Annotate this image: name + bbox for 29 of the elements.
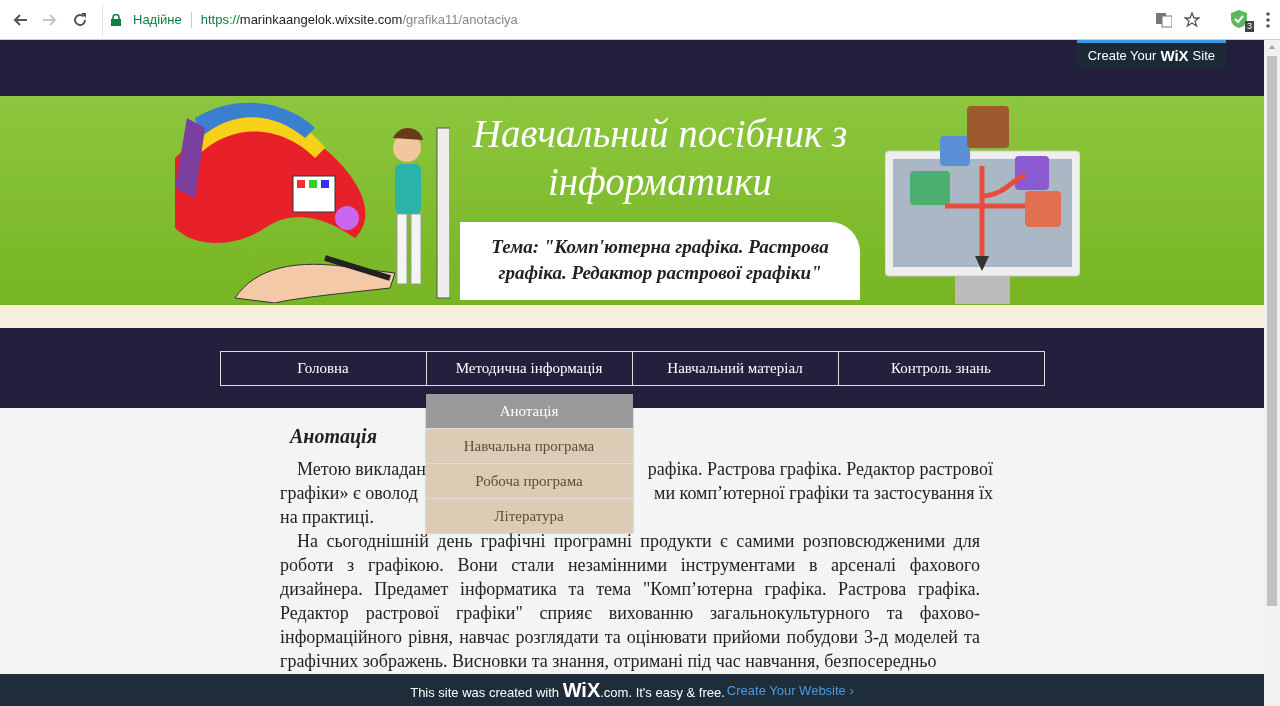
paragraph-text: рафіка. Растрова графіка. Редактор растрової [647,458,993,481]
footer-text: This site was created with WiX.com. It's easy & free. [410,678,725,702]
nav-menu-item[interactable]: Контроль знань [838,351,1044,385]
paragraph-text: На сьогоднішній день графічні програмні продукти є самими розповсюдженими для роботи з графікою. Вони стали незамінними інструментами в арсеналі фахового дизайнера. Предамет інформатика та тема "Комп’ютерна графіка. Растрова графіка. Редактор растрової графіки" сприяє вихованню загальнокультурного та фахово-інформаційного рівня, навчає розглядати та оцінювати прийоми побудови 3-д моделей та графічних зображень. Висновки та знання, отримані під час навчання, безпосередньо [280,530,980,673]
scrollbar[interactable] [1264,40,1280,706]
dropdown-menu-item[interactable]: Робоча програма [425,463,633,498]
paragraph-text: Метою викладан [297,458,426,481]
create-website-link[interactable]: Create Your Website › [726,682,854,698]
paragraph-text: ми комп’ютерної графіки та застосування їх [654,482,993,505]
scrollbar-thumb[interactable] [1267,56,1277,606]
banner-title: Навчальний посібник з інформатики [471,111,849,206]
page-heading: Анотація [290,424,377,449]
nav-menu-item[interactable]: Навчальний матеріал [632,351,838,385]
nav-menu-item[interactable]: Головна [220,351,426,385]
secure-label: Надійне [133,12,182,27]
paragraph-text: графіки» є оволод [280,482,418,505]
translate-icon[interactable] [1156,11,1172,28]
nav-menu-item[interactable]: Методична інформація [426,351,632,385]
create-site-button[interactable]: Create Your WiX Site [1076,40,1226,68]
banner-subtitle: Тема: "Комп'ютерна графіка. Растрова графіка. Редактор растрової графіки" [460,222,860,300]
reload-icon[interactable] [72,11,88,28]
star-icon[interactable] [1184,11,1200,28]
dropdown-menu-item[interactable]: Навчальна програма [425,428,633,463]
paragraph-text: на практиці. [280,506,374,529]
back-icon[interactable] [12,11,28,28]
dropdown-menu-item[interactable]: Література [425,498,633,533]
menu-icon[interactable] [1266,11,1270,28]
lock-icon [111,13,121,26]
url-text[interactable]: https://marinkaangelok.wixsite.com/grafika11/anotaciya [200,12,518,27]
